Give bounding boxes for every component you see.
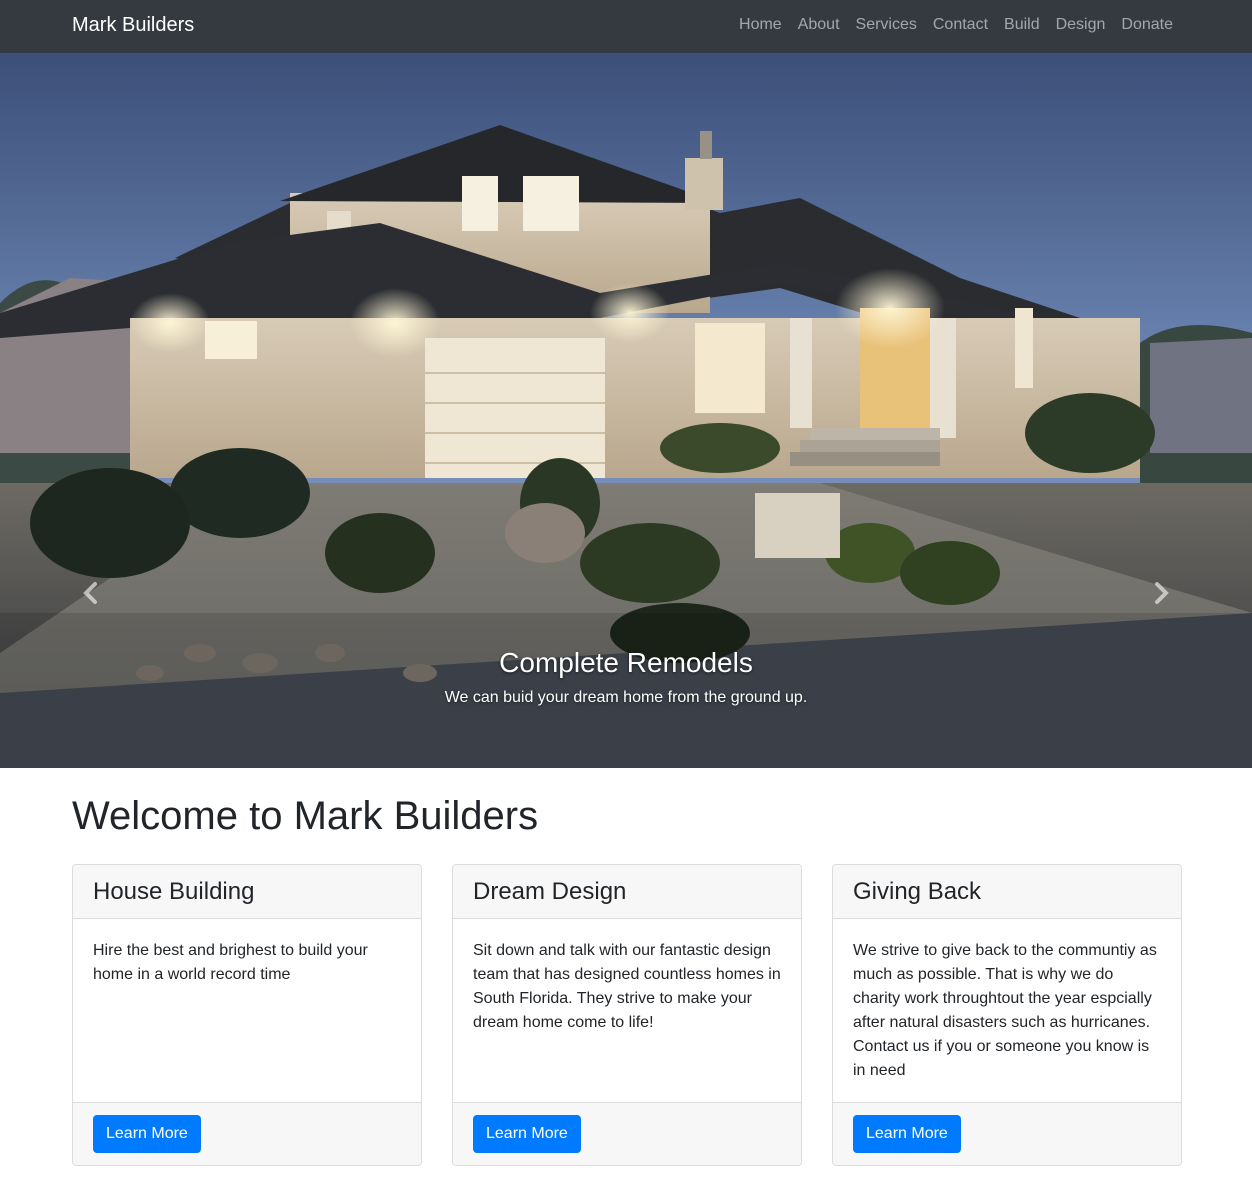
nav-link-about[interactable]: About [798, 14, 840, 36]
card-footer: Learn More [453, 1102, 801, 1165]
card-text: Hire the best and brighest to build your… [93, 942, 368, 983]
chevron-left-icon [83, 582, 97, 604]
caption-text: We can buid your dream home from the gro… [444, 689, 808, 706]
card-title: Dream Design [453, 865, 801, 919]
hero-carousel: Complete Remodels We can buid your dream… [0, 53, 1252, 768]
card-title: House Building [73, 865, 421, 919]
card-text: We strive to give back to the communtiy … [853, 942, 1157, 1079]
carousel-caption: Complete Remodels We can buid your dream… [0, 646, 1252, 709]
card-dream-design: Dream Design Sit down and talk with our … [452, 864, 802, 1166]
page-title: Welcome to Mark Builders [72, 794, 539, 838]
nav-links: Home About Services Contact Build Design… [739, 14, 1173, 36]
carousel-prev-button[interactable] [80, 581, 102, 605]
card-title: Giving Back [833, 865, 1181, 919]
nav-link-design[interactable]: Design [1056, 14, 1106, 36]
learn-more-button[interactable]: Learn More [93, 1115, 201, 1153]
card-footer: Learn More [833, 1102, 1181, 1165]
navbar: Mark Builders Home About Services Contac… [0, 0, 1252, 53]
card-text: Sit down and talk with our fantastic des… [473, 942, 781, 1031]
card-footer: Learn More [73, 1102, 421, 1165]
card-house-building: House Building Hire the best and brighes… [72, 864, 422, 1166]
nav-link-donate[interactable]: Donate [1121, 14, 1173, 36]
navbar-brand[interactable]: Mark Builders [72, 12, 194, 38]
nav-link-home[interactable]: Home [739, 14, 782, 36]
caption-title: Complete Remodels [499, 647, 753, 678]
nav-link-build[interactable]: Build [1004, 14, 1040, 36]
learn-more-button[interactable]: Learn More [473, 1115, 581, 1153]
card-giving-back: Giving Back We strive to give back to th… [832, 864, 1182, 1166]
carousel-next-button[interactable] [1150, 581, 1172, 605]
chevron-right-icon [1155, 582, 1169, 604]
learn-more-button[interactable]: Learn More [853, 1115, 961, 1153]
nav-link-contact[interactable]: Contact [933, 14, 988, 36]
nav-link-services[interactable]: Services [856, 14, 917, 36]
